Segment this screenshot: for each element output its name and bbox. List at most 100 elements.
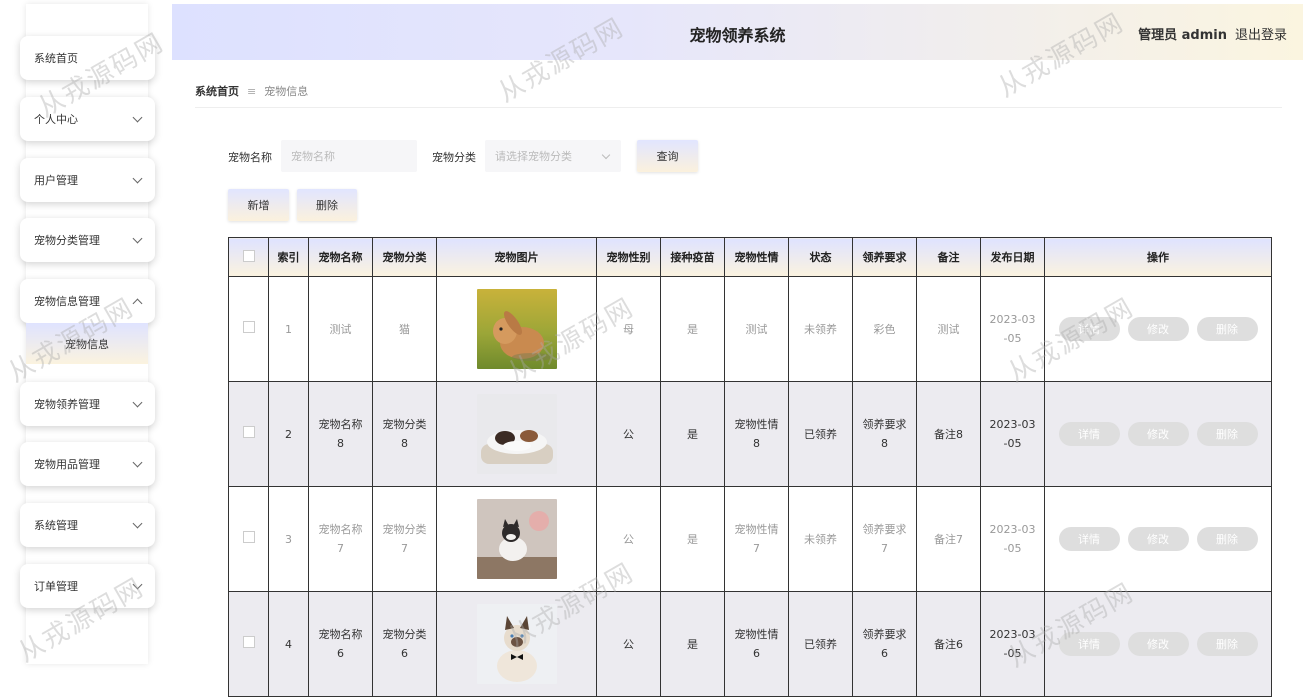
row-actions: 详情 修改 删除	[1044, 276, 1272, 382]
cell-sex: 母	[596, 276, 661, 382]
chevron-down-icon	[601, 150, 611, 160]
admin-user-label: 管理员 admin	[1138, 28, 1227, 43]
row-select-cell[interactable]	[228, 591, 269, 697]
col-header: 宠物图片	[436, 237, 597, 277]
cell-cat: 猫	[372, 276, 437, 382]
row-actions-group: 详情 修改 删除	[1049, 632, 1267, 656]
menu-item-system[interactable]: 系统管理	[20, 503, 155, 547]
add-button[interactable]: 新增	[228, 189, 289, 221]
chevron-down-icon	[132, 579, 143, 589]
row-actions-group: 详情 修改 删除	[1049, 422, 1267, 446]
delete-button[interactable]: 删除	[1196, 632, 1258, 656]
cell-cat: 宠物分类 6	[372, 591, 437, 697]
sleeping-dogs-photo	[476, 394, 557, 474]
cell-date: 2023-03 -05	[980, 381, 1045, 487]
menu-label: 系统管理	[34, 519, 78, 532]
edit-button[interactable]: 修改	[1127, 422, 1189, 446]
row-actions: 详情 修改 删除	[1044, 591, 1272, 697]
cell-cat: 宠物分类 7	[372, 486, 437, 592]
delete-button[interactable]: 删除	[1196, 422, 1258, 446]
menu-item-pet-info[interactable]: 宠物信息管理	[20, 279, 155, 323]
menu-item-user-management[interactable]: 用户管理	[20, 158, 155, 202]
cell-name: 测试	[308, 276, 373, 382]
edit-button[interactable]: 修改	[1127, 632, 1189, 656]
menu-item-pet-adoption[interactable]: 宠物领养管理	[20, 382, 155, 426]
row-checkbox[interactable]	[242, 320, 255, 333]
select-all-cell[interactable]	[228, 237, 269, 277]
submenu-item-pet-info[interactable]: 宠物信息	[26, 323, 148, 364]
menu-item-personal-center[interactable]: 个人中心	[20, 97, 155, 141]
chevron-down-icon	[132, 397, 143, 407]
cell-date: 2023-03 -05	[980, 591, 1045, 697]
cell-req: 彩色	[852, 276, 917, 382]
col-header: 索引	[268, 237, 309, 277]
pet-category-select[interactable]: 请选择宠物分类	[485, 140, 621, 172]
rabbit-photo	[476, 289, 557, 369]
col-header: 领养要求	[852, 237, 917, 277]
cell-req: 领养要求 7	[852, 486, 917, 592]
cell-cat: 宠物分类 8	[372, 381, 437, 487]
row-checkbox[interactable]	[242, 425, 255, 438]
cell-sex: 公	[596, 486, 661, 592]
pet-category-placeholder: 请选择宠物分类	[495, 150, 572, 163]
logout-link[interactable]: 退出登录	[1235, 24, 1287, 43]
cell-vaccine: 是	[660, 486, 725, 592]
menu-label: 用户管理	[34, 174, 78, 187]
edit-button[interactable]: 修改	[1127, 527, 1189, 551]
menu-item-pet-category[interactable]: 宠物分类管理	[20, 218, 155, 262]
row-select-cell[interactable]	[228, 486, 269, 592]
breadcrumb-current: 宠物信息	[264, 85, 309, 98]
table-header-row: 索引 宠物名称 宠物分类 宠物图片 宠物性别 接种疫苗 宠物性情 状态 领养要求…	[228, 237, 1272, 277]
detail-button[interactable]: 详情	[1058, 527, 1120, 551]
delete-button[interactable]: 删除	[1196, 527, 1258, 551]
cell-temper: 测试	[724, 276, 789, 382]
cell-name: 宠物名称 8	[308, 381, 373, 487]
menu-label: 系统首页	[34, 52, 78, 65]
pet-image-cell	[436, 276, 597, 382]
row-checkbox[interactable]	[242, 635, 255, 648]
submenu-label: 宠物信息	[65, 337, 109, 351]
cell-date: 2023-03 -05	[980, 486, 1045, 592]
cell-idx: 2	[268, 381, 309, 487]
cell-vaccine: 是	[660, 591, 725, 697]
detail-button[interactable]: 详情	[1058, 317, 1120, 341]
cell-temper: 宠物性情 8	[724, 381, 789, 487]
col-header: 接种疫苗	[660, 237, 725, 277]
cell-sex: 公	[596, 381, 661, 487]
cat-photo	[476, 499, 557, 579]
menu-item-pet-supplies[interactable]: 宠物用品管理	[20, 442, 155, 486]
menu-item-home[interactable]: 系统首页	[20, 36, 155, 80]
menu-item-orders[interactable]: 订单管理	[20, 564, 155, 608]
query-button[interactable]: 查询	[637, 140, 698, 172]
sidebar: 系统首页 个人中心 用户管理 宠物分类管理 宠物信息管理 宠物信息 宠物领养管理…	[0, 0, 172, 664]
cell-date: 2023-03 -05	[980, 276, 1045, 382]
breadcrumb-home[interactable]: 系统首页	[195, 83, 239, 99]
top-header: 宠物领养系统 管理员 admin 退出登录	[172, 4, 1303, 60]
cell-req: 领养要求 6	[852, 591, 917, 697]
cell-status: 已领养	[788, 381, 853, 487]
cell-idx: 1	[268, 276, 309, 382]
detail-button[interactable]: 详情	[1058, 632, 1120, 656]
detail-button[interactable]: 详情	[1058, 422, 1120, 446]
edit-button[interactable]: 修改	[1127, 317, 1189, 341]
cell-vaccine: 是	[660, 381, 725, 487]
row-checkbox[interactable]	[242, 530, 255, 543]
table-row: 4 宠物名称 6 宠物分类 6 公是宠物性情 6 已领养 领养要求 6 备注6 2023-03…	[228, 591, 1272, 697]
cell-name: 宠物名称 7	[308, 486, 373, 592]
row-select-cell[interactable]	[228, 381, 269, 487]
row-actions: 详情 修改 删除	[1044, 381, 1272, 487]
batch-delete-button[interactable]: 删除	[297, 189, 357, 221]
menu-label: 宠物领养管理	[34, 398, 100, 411]
row-select-cell[interactable]	[228, 276, 269, 382]
select-all-checkbox[interactable]	[242, 249, 255, 262]
menu-label: 宠物信息管理	[34, 295, 100, 308]
col-header: 宠物分类	[372, 237, 437, 277]
pet-name-input[interactable]: 宠物名称	[281, 140, 417, 172]
cell-status: 未领养	[788, 276, 853, 382]
menu-label: 订单管理	[34, 580, 78, 593]
menu-label: 宠物分类管理	[34, 234, 100, 247]
delete-button[interactable]: 删除	[1196, 317, 1258, 341]
cell-remark: 备注8	[916, 381, 981, 487]
cell-req: 领养要求 8	[852, 381, 917, 487]
pet-name-placeholder: 宠物名称	[291, 150, 335, 163]
